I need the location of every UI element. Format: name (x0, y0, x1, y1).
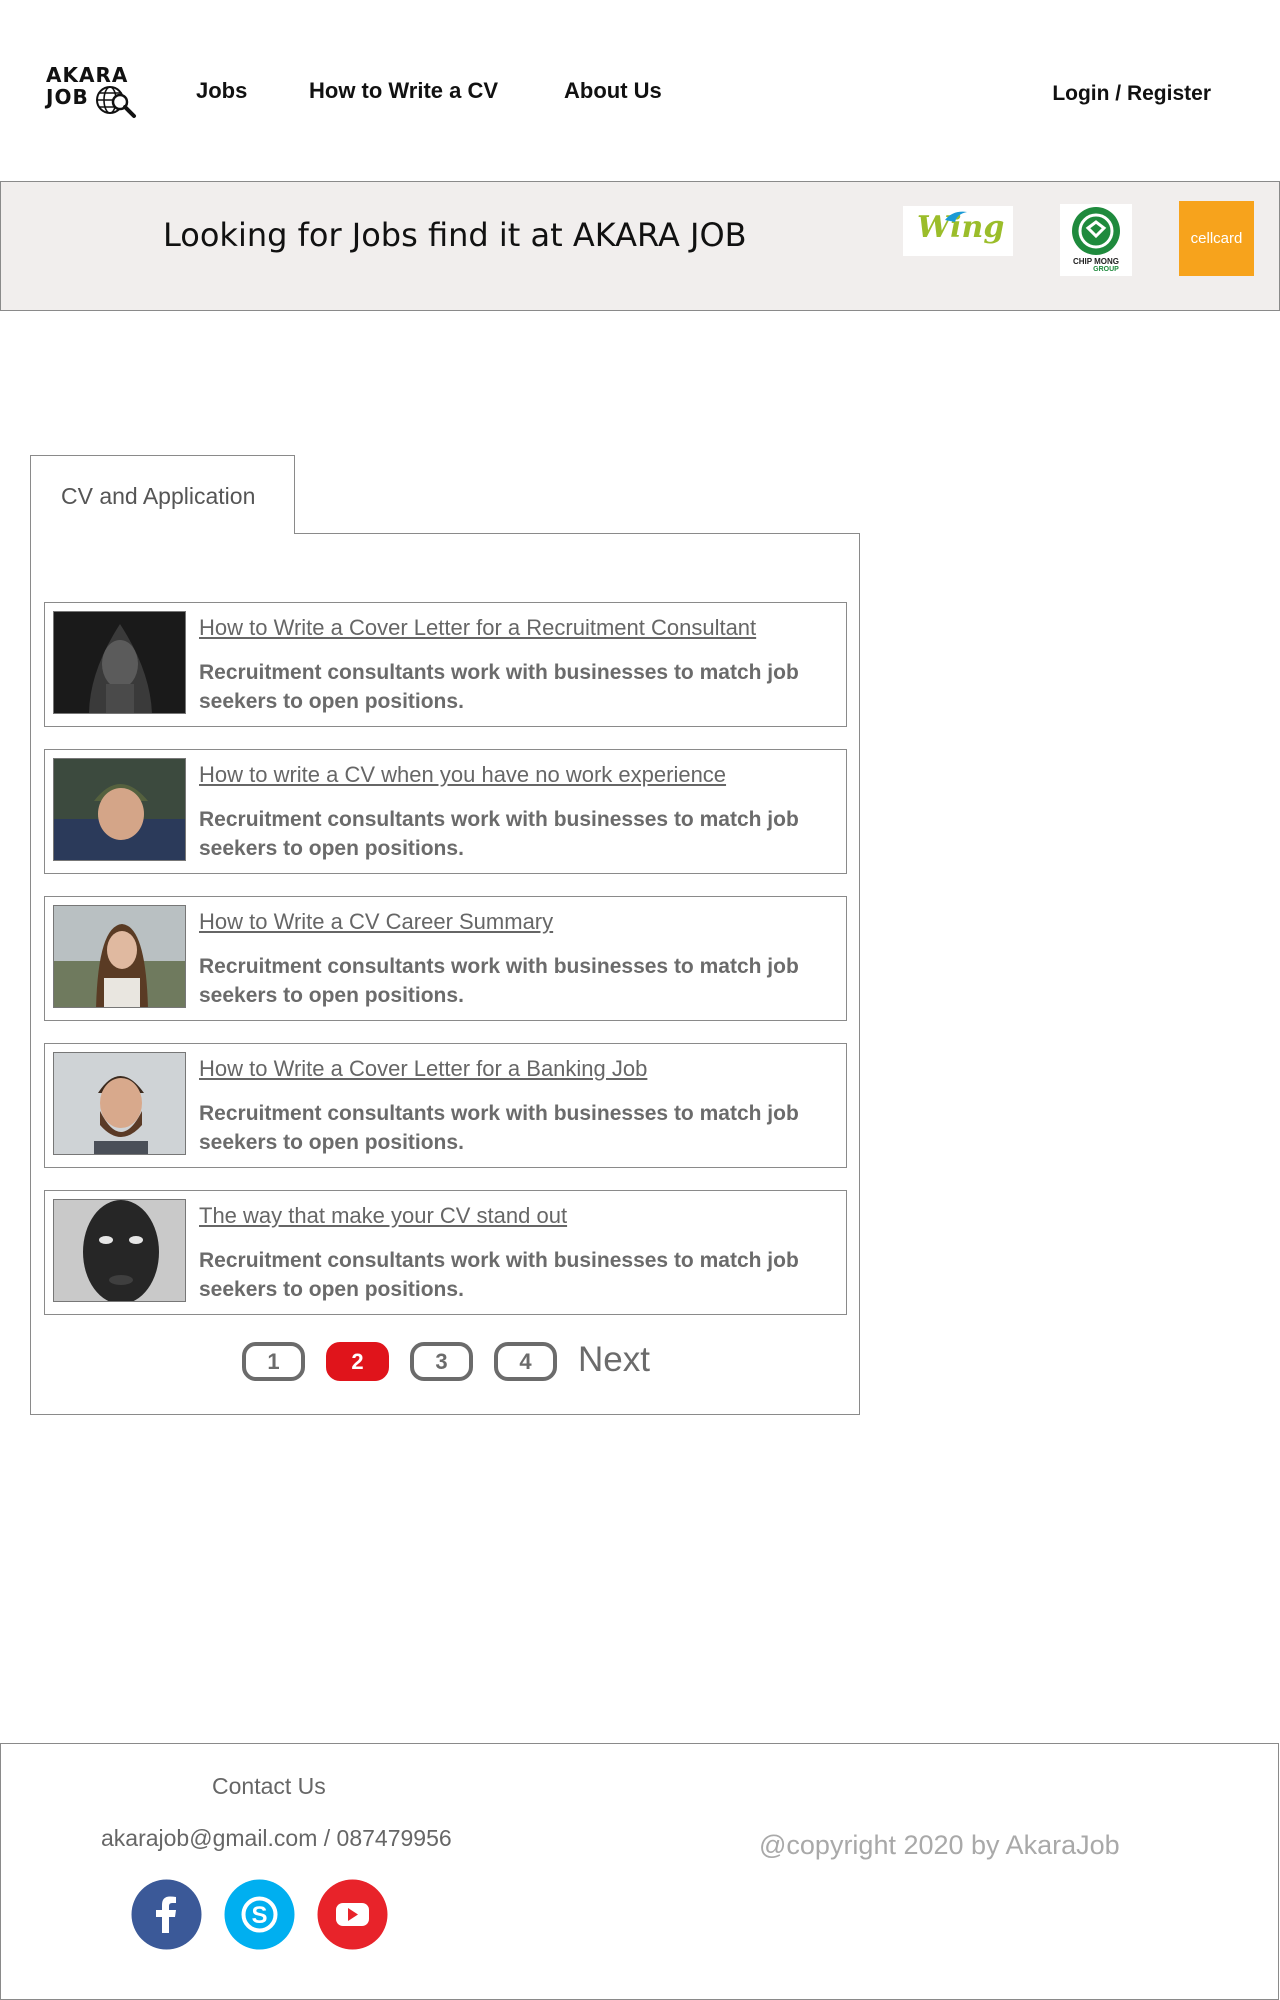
page-1-button[interactable]: 1 (242, 1342, 305, 1381)
article-title-link[interactable]: The way that make your CV stand out (199, 1203, 567, 1229)
article-thumbnail (53, 611, 186, 714)
article-card[interactable]: How to Write a Cover Letter for a Bankin… (44, 1043, 847, 1168)
article-card[interactable]: The way that make your CV stand out Recr… (44, 1190, 847, 1315)
page-3-button[interactable]: 3 (410, 1342, 473, 1381)
chip-mong-text: CHIP MONG GROUP (1072, 257, 1120, 274)
article-list-panel: How to Write a Cover Letter for a Recrui… (30, 533, 860, 1415)
article-thumbnail (53, 1199, 186, 1302)
site-footer: Contact Us akarajob@gmail.com / 08747995… (0, 1743, 1279, 2000)
article-card[interactable]: How to Write a Cover Letter for a Recrui… (44, 602, 847, 727)
page-4-button[interactable]: 4 (494, 1342, 557, 1381)
banner-tagline: Looking for Jobs find it at AKARA JOB (163, 216, 747, 254)
article-title-link[interactable]: How to Write a Cover Letter for a Bankin… (199, 1056, 647, 1082)
article-card[interactable]: How to write a CV when you have no work … (44, 749, 847, 874)
next-page-link[interactable]: Next (578, 1340, 650, 1380)
skype-icon[interactable]: S (224, 1879, 295, 1950)
article-title-link[interactable]: How to Write a Cover Letter for a Recrui… (199, 615, 756, 641)
article-thumbnail (53, 758, 186, 861)
contact-info: akarajob@gmail.com / 087479956 (101, 1825, 452, 1851)
nav-about-us[interactable]: About Us (564, 78, 662, 104)
article-description: Recruitment consultants work with busine… (199, 1102, 799, 1154)
article-description: Recruitment consultants work with busine… (199, 808, 799, 860)
partner-logo-cellcard[interactable]: cellcard (1179, 201, 1254, 276)
article-title-link[interactable]: How to write a CV when you have no work … (199, 762, 726, 788)
article-card[interactable]: How to Write a CV Career Summary Recruit… (44, 896, 847, 1021)
page-2-button[interactable]: 2 (326, 1342, 389, 1381)
hero-banner: Looking for Jobs find it at AKARA JOB Wi… (0, 181, 1280, 311)
tab-cv-and-application[interactable]: CV and Application (30, 455, 295, 534)
article-description: Recruitment consultants work with busine… (199, 955, 799, 1007)
site-header: AKARA JOB Jobs How to Write a CV About U… (0, 0, 1280, 182)
facebook-icon[interactable] (131, 1879, 202, 1950)
article-title-link[interactable]: How to Write a CV Career Summary (199, 909, 553, 935)
nav-how-to-write-cv[interactable]: How to Write a CV (309, 78, 498, 104)
partner-logo-wing[interactable]: Wing (903, 206, 1013, 256)
nav-jobs[interactable]: Jobs (196, 78, 247, 104)
youtube-icon[interactable] (317, 1879, 388, 1950)
tab-label: CV and Application (61, 483, 256, 509)
chip-mong-emblem-icon (1072, 207, 1120, 255)
article-thumbnail (53, 905, 186, 1008)
partner-logo-chip-mong[interactable]: CHIP MONG GROUP (1060, 204, 1132, 276)
svg-text:S: S (251, 1902, 267, 1929)
article-description: Recruitment consultants work with busine… (199, 661, 799, 713)
article-thumbnail (53, 1052, 186, 1155)
globe-search-icon (96, 86, 136, 118)
article-description: Recruitment consultants work with busine… (199, 1249, 799, 1301)
bird-icon (945, 211, 967, 222)
akara-job-logo[interactable]: AKARA JOB (46, 64, 146, 120)
cellcard-logo-text: cellcard (1190, 230, 1243, 247)
copyright-text: @copyright 2020 by AkaraJob (759, 1830, 1120, 1860)
contact-title: Contact Us (212, 1773, 326, 1799)
login-register-link[interactable]: Login / Register (1052, 82, 1211, 106)
